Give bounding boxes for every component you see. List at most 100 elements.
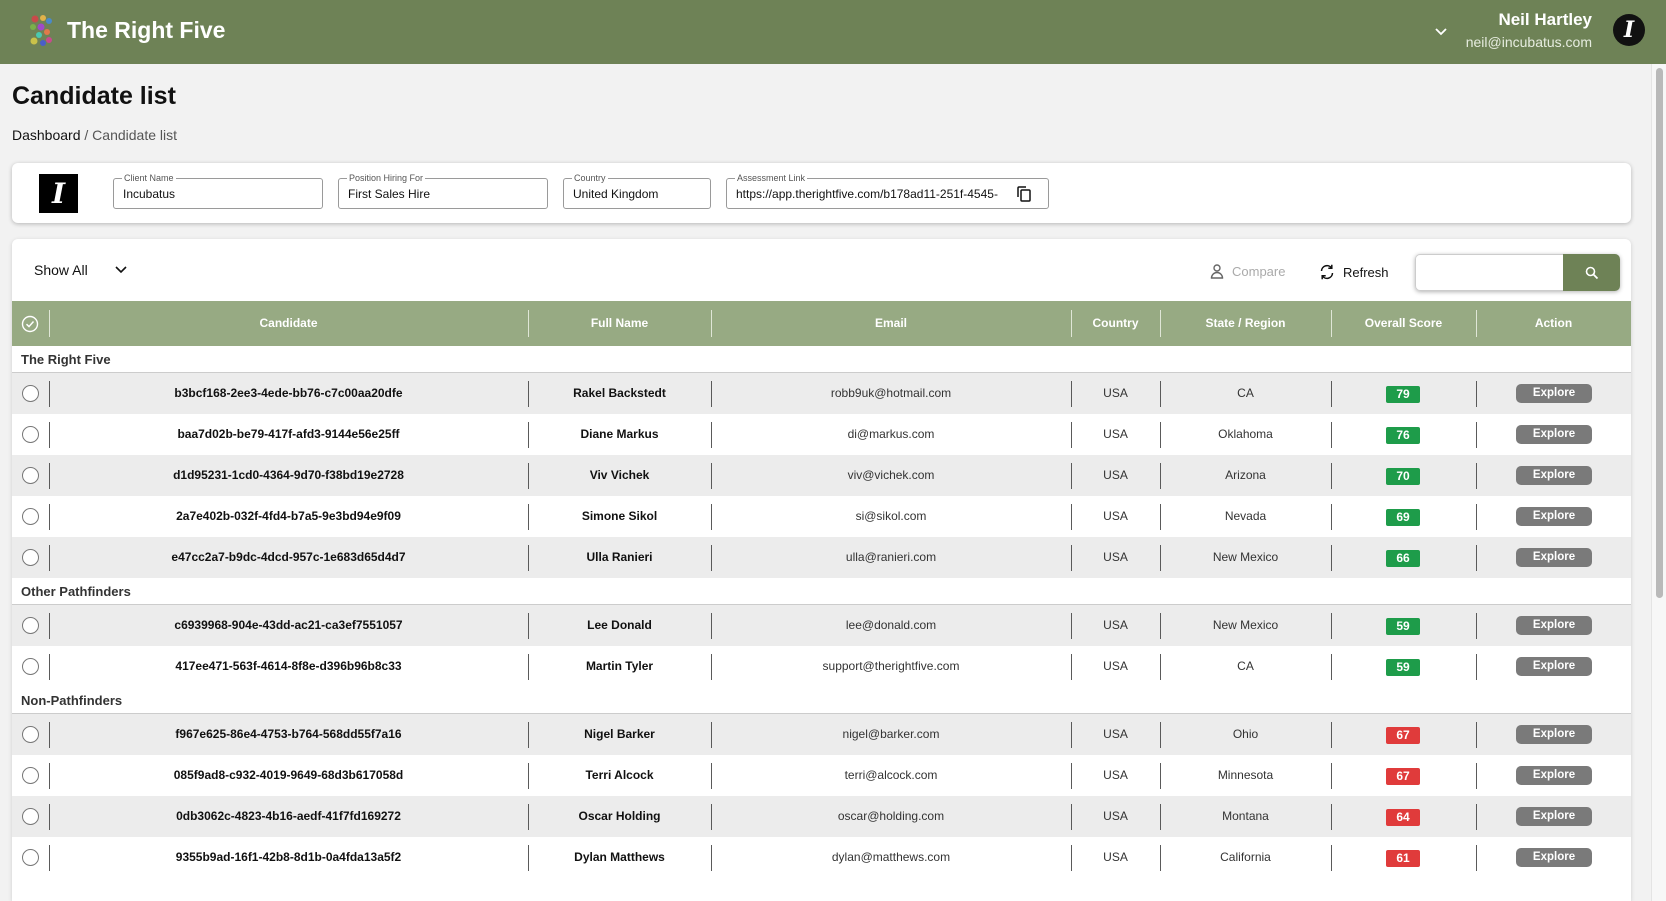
cell-full-name: Simone Sikol [581, 509, 658, 523]
cell-full-name: Dylan Matthews [574, 850, 665, 864]
breadcrumb-dashboard-link[interactable]: Dashboard [12, 127, 81, 143]
row-select-radio[interactable] [22, 767, 39, 784]
column-header-action: Action [1534, 316, 1573, 330]
app-logo [30, 15, 52, 46]
cell-candidate-id: e47cc2a7-b9dc-4dcd-957c-1e683d65d4d7 [171, 550, 406, 564]
table-row: 0db3062c-4823-4b16-aedf-41f7fd169272 Osca… [12, 796, 1631, 837]
cell-state-region: New Mexico [1212, 550, 1279, 564]
column-header-state-region[interactable]: State / Region [1160, 301, 1331, 346]
column-header-country[interactable]: Country [1071, 301, 1160, 346]
cell-state-region: CA [1237, 659, 1254, 673]
row-select-radio[interactable] [22, 808, 39, 825]
cell-email: support@therightfive.com [822, 659, 960, 673]
table-row: d1d95231-1cd0-4364-9d70-f38bd19e2728 Viv … [12, 455, 1631, 496]
cell-full-name: Martin Tyler [585, 659, 654, 673]
breadcrumb-current: Candidate list [92, 127, 177, 143]
cell-full-name: Diane Markus [580, 427, 659, 441]
cell-candidate-id: 2a7e402b-032f-4fd4-b7a5-9e3bd94e9f09 [176, 509, 401, 523]
position-field[interactable]: Position Hiring For First Sales Hire [338, 172, 548, 209]
cell-full-name: Lee Donald [587, 618, 652, 632]
cell-country: USA [1103, 727, 1128, 741]
assessment-link-label: Assessment Link [735, 172, 808, 184]
page-scrollbar[interactable] [1651, 64, 1666, 901]
cell-state-region: California [1220, 850, 1271, 864]
row-select-radio[interactable] [22, 508, 39, 525]
explore-button[interactable]: Explore [1516, 807, 1592, 826]
cell-full-name: Ulla Ranieri [586, 550, 653, 564]
row-select-radio[interactable] [22, 617, 39, 634]
refresh-label: Refresh [1343, 264, 1389, 280]
candidate-table-card: Show All Compare Refresh Candidate Full … [12, 239, 1631, 901]
explore-button[interactable]: Explore [1516, 425, 1592, 444]
explore-button[interactable]: Explore [1516, 725, 1592, 744]
overall-score-badge: 70 [1386, 468, 1420, 485]
cell-email: nigel@barker.com [842, 727, 940, 741]
explore-button[interactable]: Explore [1516, 507, 1592, 526]
column-divider [1331, 381, 1332, 407]
row-select-radio[interactable] [22, 426, 39, 443]
compare-label: Compare [1232, 263, 1286, 279]
cell-candidate-id: b3bcf168-2ee3-4ede-bb76-c7c00aa20dfe [174, 386, 403, 400]
country-field[interactable]: Country United Kingdom [563, 172, 711, 209]
row-select-radio[interactable] [22, 385, 39, 402]
cell-email: dylan@matthews.com [831, 850, 951, 864]
column-divider [1476, 463, 1477, 489]
column-header-candidate[interactable]: Candidate [49, 301, 528, 346]
explore-button[interactable]: Explore [1516, 766, 1592, 785]
cell-country: USA [1103, 768, 1128, 782]
show-all-filter[interactable]: Show All [34, 262, 128, 278]
cell-state-region: Oklahoma [1218, 427, 1273, 441]
column-header-overall-score[interactable]: Overall Score [1331, 301, 1476, 346]
overall-score-badge: 59 [1386, 659, 1420, 676]
explore-button[interactable]: Explore [1516, 657, 1592, 676]
column-divider [1476, 763, 1477, 789]
column-divider [1331, 804, 1332, 830]
cell-email: oscar@holding.com [837, 809, 945, 823]
row-select-radio[interactable] [22, 467, 39, 484]
explore-button[interactable]: Explore [1516, 384, 1592, 403]
explore-button[interactable]: Explore [1516, 466, 1592, 485]
column-divider [1331, 845, 1332, 871]
overall-score-badge: 59 [1386, 618, 1420, 635]
scrollbar-thumb[interactable] [1656, 68, 1663, 598]
assessment-link-field[interactable]: Assessment Link https://app.therightfive… [726, 172, 1049, 209]
search-button[interactable] [1563, 254, 1620, 291]
explore-button[interactable]: Explore [1516, 848, 1592, 867]
client-name-field[interactable]: Client Name Incubatus [113, 172, 323, 209]
table-row: 417ee471-563f-4614-8f8e-d396b96b8c33 Mart… [12, 646, 1631, 687]
column-divider [1476, 654, 1477, 680]
table-header: Candidate Full Name Email Country State … [12, 301, 1631, 346]
search-input[interactable] [1415, 254, 1563, 291]
client-info-card: I Client Name Incubatus Position Hiring … [12, 163, 1631, 223]
group-header: Non-Pathfinders [12, 687, 1631, 714]
column-header-full-name[interactable]: Full Name [528, 301, 711, 346]
column-divider [1476, 722, 1477, 748]
refresh-button[interactable]: Refresh [1318, 263, 1389, 281]
compare-button[interactable]: Compare [1209, 263, 1285, 279]
chevron-down-icon[interactable] [1432, 22, 1450, 40]
explore-button[interactable]: Explore [1516, 548, 1592, 567]
cell-state-region: Arizona [1225, 468, 1266, 482]
select-all-check-icon[interactable] [21, 315, 39, 333]
cell-country: USA [1103, 809, 1128, 823]
position-label: Position Hiring For [347, 172, 426, 184]
overall-score-badge: 69 [1386, 509, 1420, 526]
row-select-radio[interactable] [22, 658, 39, 675]
row-select-radio[interactable] [22, 849, 39, 866]
cell-country: USA [1103, 618, 1128, 632]
user-name[interactable]: Neil Hartley [1498, 10, 1592, 30]
column-header-email[interactable]: Email [711, 301, 1071, 346]
cell-state-region: Ohio [1232, 727, 1259, 741]
row-select-radio[interactable] [22, 726, 39, 743]
cell-candidate-id: c6939968-904e-43dd-ac21-ca3ef7551057 [174, 618, 403, 632]
explore-button[interactable]: Explore [1516, 616, 1592, 635]
cell-email: lee@donald.com [845, 618, 937, 632]
copy-icon[interactable] [1015, 185, 1033, 203]
client-name-value: Incubatus [123, 187, 176, 201]
column-divider [1476, 845, 1477, 871]
client-name-label: Client Name [122, 172, 176, 184]
avatar[interactable]: I [1613, 14, 1645, 46]
client-logo: I [39, 174, 78, 213]
row-select-radio[interactable] [22, 549, 39, 566]
column-divider [1476, 422, 1477, 448]
